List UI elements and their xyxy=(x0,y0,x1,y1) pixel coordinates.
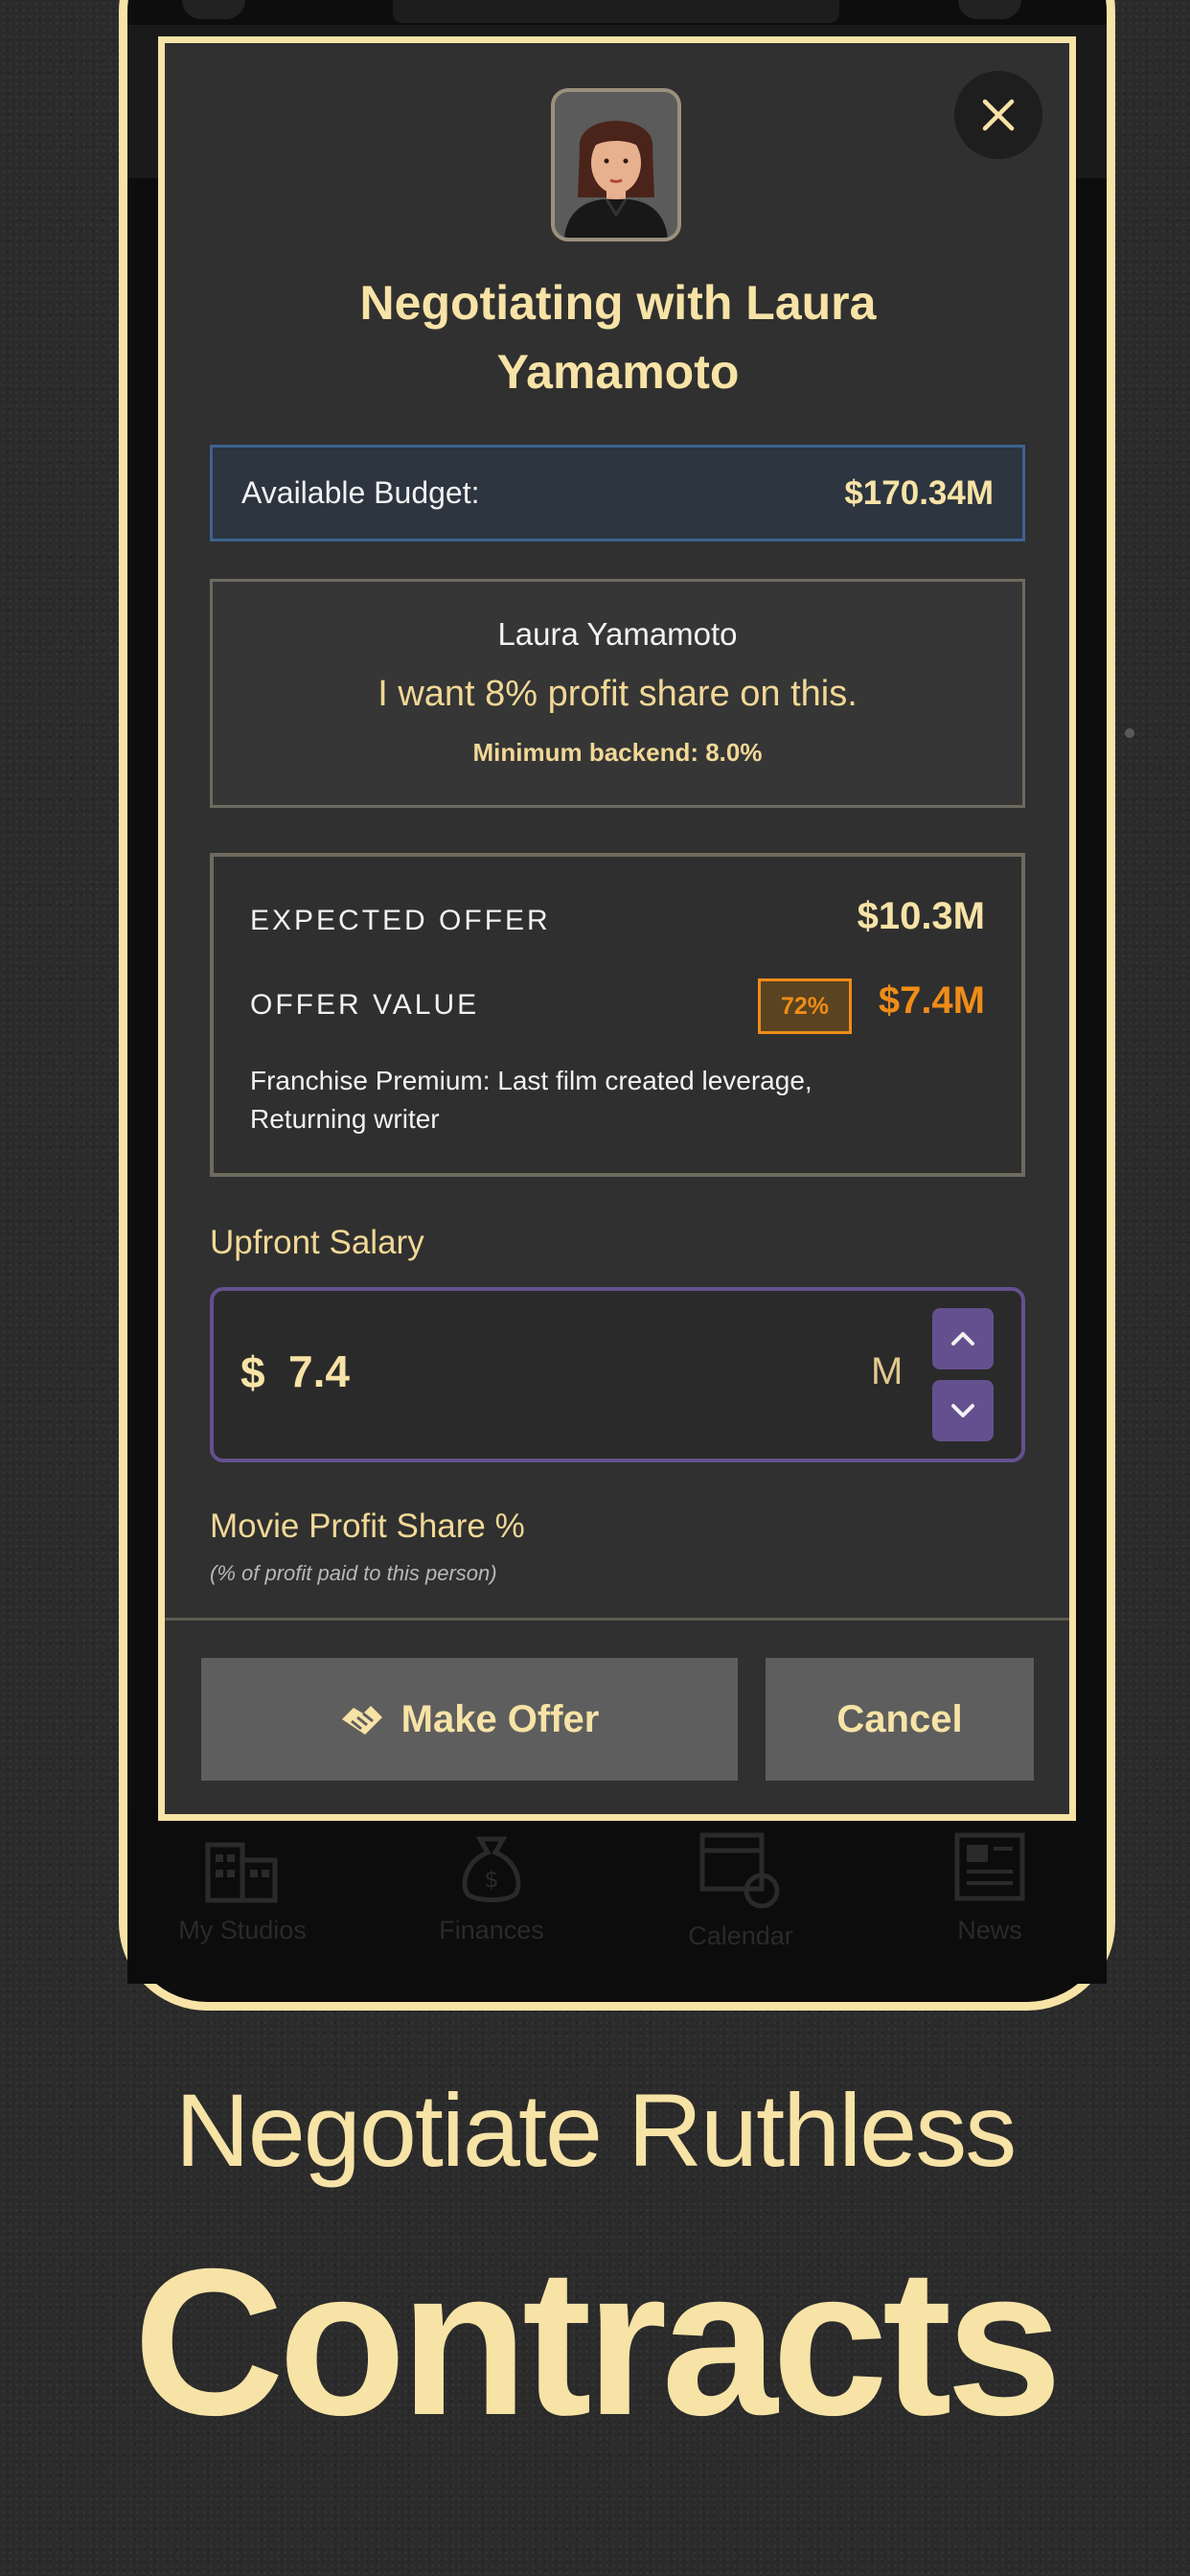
nav-item-finances[interactable]: $ Finances xyxy=(396,1826,587,1945)
cancel-label: Cancel xyxy=(836,1697,963,1740)
salary-decrement-button[interactable] xyxy=(932,1380,994,1441)
profit-share-label: Movie Profit Share % xyxy=(210,1507,525,1545)
expected-offer-label: EXPECTED OFFER xyxy=(250,905,551,936)
demand-quote-panel: Laura Yamamoto I want 8% profit share on… xyxy=(210,579,1025,808)
quote-text: I want 8% profit share on this. xyxy=(378,674,858,714)
promo-subheadline: Contracts xyxy=(133,2226,1063,2459)
upfront-salary-field: $ M xyxy=(210,1287,1025,1462)
profit-share-hint: (% of profit paid to this person) xyxy=(210,1561,497,1585)
offer-value-label: OFFER VALUE xyxy=(250,989,480,1021)
make-offer-button[interactable]: Make Offer xyxy=(201,1658,738,1781)
newspaper-icon xyxy=(954,1832,1025,1901)
available-budget-panel: Available Budget: $170.34M xyxy=(210,445,1025,541)
nav-item-news[interactable]: News xyxy=(894,1826,1086,1945)
salary-input[interactable] xyxy=(286,1345,769,1398)
handshake-icon xyxy=(341,1706,382,1735)
budget-label: Available Budget: xyxy=(241,475,480,510)
nav-label: Finances xyxy=(439,1916,544,1944)
budget-value: $170.34M xyxy=(844,473,994,512)
offer-value-amount: $7.4M xyxy=(878,979,985,1022)
nav-label: My Studios xyxy=(178,1916,307,1944)
close-button[interactable] xyxy=(954,71,1042,159)
minimum-backend: Minimum backend: 8.0% xyxy=(472,738,763,767)
money-bag-icon: $ xyxy=(462,1836,521,1902)
unit-label: M xyxy=(871,1350,904,1392)
chevron-down-icon xyxy=(951,1404,974,1417)
avatar-portrait xyxy=(555,92,677,238)
nav-label: News xyxy=(957,1916,1022,1944)
expected-offer-value: $10.3M xyxy=(857,895,985,937)
nav-item-calendar[interactable]: Calendar xyxy=(645,1826,836,1951)
chevron-up-icon xyxy=(951,1332,974,1346)
upfront-salary-label: Upfront Salary xyxy=(210,1224,424,1261)
promo-headline: Negotiate Ruthless xyxy=(174,2072,1018,2188)
franchise-premium-note: Franchise Premium: Last film created lev… xyxy=(250,1066,812,1134)
make-offer-label: Make Offer xyxy=(400,1697,600,1740)
nav-item-my-studios[interactable]: My Studios xyxy=(147,1826,338,1945)
top-bar xyxy=(393,0,839,23)
close-icon xyxy=(982,99,1015,131)
svg-text:$: $ xyxy=(484,1866,498,1893)
cancel-button[interactable]: Cancel xyxy=(766,1658,1034,1781)
offer-percent-badge: 72% xyxy=(758,978,852,1034)
top-left-control xyxy=(182,0,245,19)
salary-increment-button[interactable] xyxy=(932,1308,994,1369)
currency-symbol: $ xyxy=(240,1347,265,1397)
top-right-control xyxy=(958,0,1021,19)
quote-speaker: Laura Yamamoto xyxy=(497,616,738,652)
avatar xyxy=(551,88,681,242)
calendar-icon xyxy=(699,1832,780,1909)
modal-title: Negotiating with Laura Yamamoto xyxy=(359,276,877,399)
building-icon xyxy=(205,1842,278,1903)
nav-label: Calendar xyxy=(688,1921,793,1950)
background-speck xyxy=(1125,728,1134,738)
offer-summary-panel: EXPECTED OFFER $10.3M OFFER VALUE 72% $7… xyxy=(210,853,1025,1177)
footer-divider xyxy=(165,1618,1069,1621)
